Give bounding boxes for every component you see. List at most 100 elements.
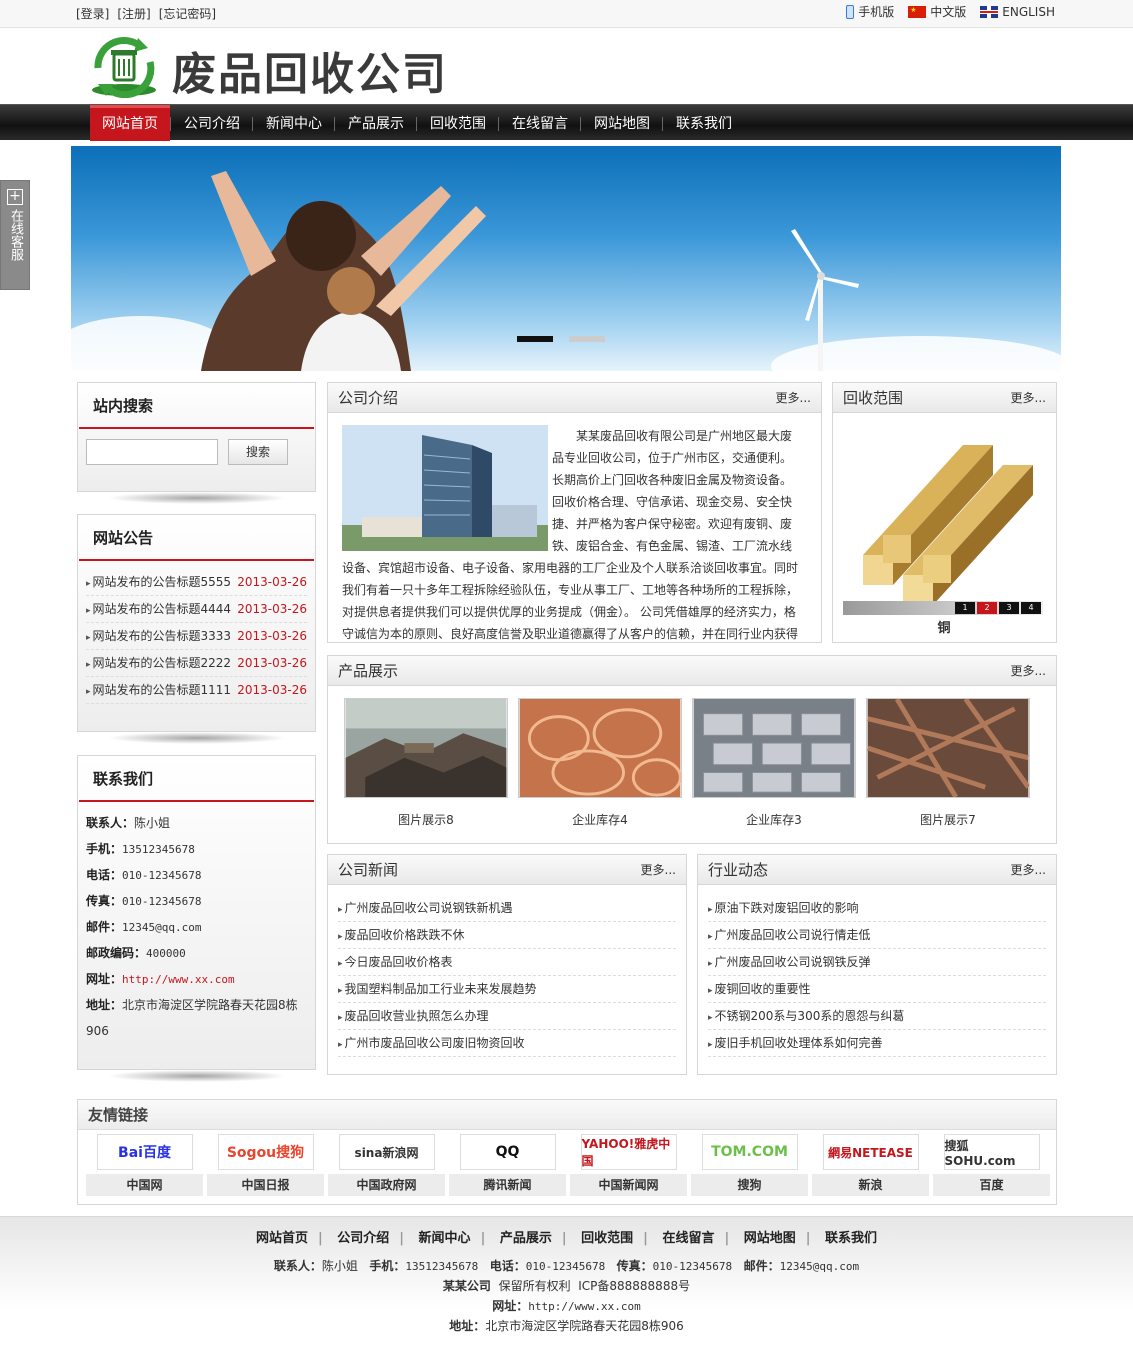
products-more-link[interactable]: 更多... — [1011, 656, 1046, 686]
nav-news[interactable]: 新闻中心 — [254, 105, 334, 141]
about-more-link[interactable]: 更多... — [776, 383, 811, 413]
links-grid: Bai百度 中国网 Sogou搜狗 中国日报 sina新浪网 中国政府网 QQ 腾讯新闻… — [86, 1134, 1050, 1196]
copper-bars-image[interactable] — [843, 425, 1043, 615]
news-item-title: 广州废品回收公司说钢铁反弹 — [714, 955, 871, 969]
netease-logo-icon: 網易NETEASE — [822, 1134, 919, 1170]
industry-news-more-link[interactable]: 更多... — [1011, 855, 1046, 885]
contact-mail-value: 12345@qq.com — [122, 921, 202, 934]
footer-nav-sitemap[interactable]: 网站地图 — [734, 1231, 806, 1246]
nav-about[interactable]: 公司介绍 — [172, 105, 252, 141]
news-item[interactable]: ▸ 原油下跌对废铝回收的影响 — [708, 895, 1046, 922]
forgot-password-link[interactable]: [忘记密码] — [159, 7, 216, 21]
link-item[interactable]: YAHOO!雅虎中国 中国新闻网 — [570, 1134, 687, 1196]
footer-nav-about[interactable]: 公司介绍 — [327, 1231, 399, 1246]
mobile-version-link[interactable]: 手机版 — [846, 3, 894, 20]
contact-zip-label: 邮政编码： — [86, 946, 147, 960]
footer-nav-news[interactable]: 新闻中心 — [409, 1231, 481, 1246]
banner-dot[interactable] — [569, 336, 605, 342]
news-item[interactable]: ▸ 不锈钢200系与300系的恩怨与纠葛 — [708, 1003, 1046, 1030]
notice-item[interactable]: ▸ 网站发布的公告标题1111 2013-03-26 — [86, 677, 307, 704]
login-link[interactable]: [登录] — [76, 7, 109, 21]
news-item[interactable]: ▸ 废品回收营业执照怎么办理 — [338, 1003, 676, 1030]
footer-nav-products[interactable]: 产品展示 — [490, 1231, 562, 1246]
company-news-more-link[interactable]: 更多... — [641, 855, 676, 885]
footer-nav-recycle-scope[interactable]: 回收范围 — [571, 1231, 643, 1246]
news-item-title: 废铜回收的重要性 — [714, 982, 811, 996]
hero-banner[interactable] — [71, 146, 1061, 371]
footer-url-link[interactable]: http://www.xx.com — [528, 1300, 641, 1313]
notice-item-title: 网站发布的公告标题3333 — [92, 629, 232, 643]
news-item[interactable]: ▸ 废旧手机回收处理体系如何完善 — [708, 1030, 1046, 1057]
china-flag-icon — [908, 5, 927, 18]
arrow-icon: ▸ — [86, 579, 91, 589]
recycle-bin-logo-icon[interactable] — [88, 34, 164, 98]
contact-tel-value: 010-12345678 — [122, 869, 202, 882]
footer-phone: 13512345678 — [405, 1260, 479, 1273]
footer-nav-contact[interactable]: 联系我们 — [815, 1231, 887, 1246]
search-button[interactable]: 搜索 — [228, 439, 288, 465]
link-item[interactable]: TOM.COM 搜狗 — [691, 1134, 808, 1196]
site-logo-text[interactable]: 废品回收公司 — [172, 38, 448, 102]
news-item[interactable]: ▸ 废品回收价格跌跌不休 — [338, 922, 676, 949]
online-service-tab[interactable]: + 在线客服 — [0, 180, 30, 290]
chinese-version-link[interactable]: 中文版 — [908, 3, 966, 20]
recycle-header: 回收范围 更多... — [833, 383, 1056, 413]
link-item[interactable]: Bai百度 中国网 — [86, 1134, 203, 1196]
link-item[interactable]: 搜狐SOHU.com 百度 — [933, 1134, 1050, 1196]
news-item[interactable]: ▸ 广州废品回收公司说钢铁反弹 — [708, 949, 1046, 976]
recycle-pager: 1 2 3 4 — [843, 601, 1043, 615]
english-version-link[interactable]: ENGLISH — [980, 5, 1055, 19]
recycle-caption[interactable]: 铜 — [833, 617, 1055, 636]
nav-sitemap[interactable]: 网站地图 — [582, 105, 662, 141]
news-item[interactable]: ▸ 今日废品回收价格表 — [338, 949, 676, 976]
product-item[interactable]: 企业库存4 — [518, 698, 682, 828]
scrap-steel-image — [866, 697, 1031, 799]
footer-nav-separator: | — [805, 1231, 811, 1246]
nav-products[interactable]: 产品展示 — [336, 105, 416, 141]
nav-contact[interactable]: 联系我们 — [664, 105, 744, 141]
contact-url-link[interactable]: http://www.xx.com — [122, 973, 235, 986]
nav-home[interactable]: 网站首页 — [90, 105, 170, 141]
footer-url-label: 网址： — [492, 1299, 529, 1313]
notice-item[interactable]: ▸ 网站发布的公告标题2222 2013-03-26 — [86, 650, 307, 677]
register-link[interactable]: [注册] — [117, 7, 150, 21]
news-item[interactable]: ▸ 废铜回收的重要性 — [708, 976, 1046, 1003]
recycle-page-4[interactable]: 4 — [1021, 602, 1041, 614]
recycle-more-link[interactable]: 更多... — [1011, 383, 1046, 413]
news-item[interactable]: ▸ 广州市废品回收公司废旧物资回收 — [338, 1030, 676, 1057]
arrow-icon: ▸ — [338, 1040, 343, 1050]
news-item[interactable]: ▸ 广州废品回收公司说行情走低 — [708, 922, 1046, 949]
news-item-title: 广州废品回收公司说行情走低 — [714, 928, 871, 942]
news-item[interactable]: ▸ 广州废品回收公司说钢铁新机遇 — [338, 895, 676, 922]
contact-url: 网址：http://www.xx.com — [78, 966, 315, 992]
notice-item[interactable]: ▸ 网站发布的公告标题3333 2013-03-26 — [86, 623, 307, 650]
recycle-page-3[interactable]: 3 — [999, 602, 1019, 614]
product-caption: 图片展示8 — [398, 813, 454, 827]
banner-dot-active[interactable] — [517, 336, 553, 342]
product-item[interactable]: 企业库存3 — [692, 698, 856, 828]
wind-turbine-image — [791, 229, 859, 371]
link-item[interactable]: sina新浪网 中国政府网 — [328, 1134, 445, 1196]
notice-item[interactable]: ▸ 网站发布的公告标题4444 2013-03-26 — [86, 596, 307, 623]
footer-nav-message[interactable]: 在线留言 — [652, 1231, 724, 1246]
footer-mail-label: 邮件： — [743, 1259, 780, 1273]
product-item[interactable]: 图片展示8 — [344, 698, 508, 828]
company-news-header: 公司新闻 更多... — [328, 855, 686, 885]
arrow-icon: ▸ — [708, 1040, 713, 1050]
footer-nav-home[interactable]: 网站首页 — [246, 1231, 318, 1246]
link-item[interactable]: 網易NETEASE 新浪 — [812, 1134, 929, 1196]
nav-recycle-scope[interactable]: 回收范围 — [418, 105, 498, 141]
link-item[interactable]: Sogou搜狗 中国日报 — [207, 1134, 324, 1196]
product-item[interactable]: 图片展示7 — [866, 697, 1031, 828]
recycle-page-1[interactable]: 1 — [955, 602, 975, 614]
recycle-page-2[interactable]: 2 — [977, 602, 997, 614]
link-item[interactable]: QQ 腾讯新闻 — [449, 1134, 566, 1196]
news-item[interactable]: ▸ 我国塑料制品加工行业未来发展趋势 — [338, 976, 676, 1003]
nav-message[interactable]: 在线留言 — [500, 105, 580, 141]
tom-logo-icon: TOM.COM — [701, 1134, 798, 1170]
about-panel: 公司介绍 更多... 某某废品回收有限公司是广州地区最大废品专业回收公司，位于广州… — [327, 382, 822, 643]
notice-item[interactable]: ▸ 网站发布的公告标题5555 2013-03-26 — [86, 569, 307, 596]
search-input[interactable] — [86, 439, 218, 465]
news-item-title: 废品回收营业执照怎么办理 — [344, 1009, 489, 1023]
footer-icp[interactable]: ICP备888888888号 — [578, 1279, 690, 1293]
